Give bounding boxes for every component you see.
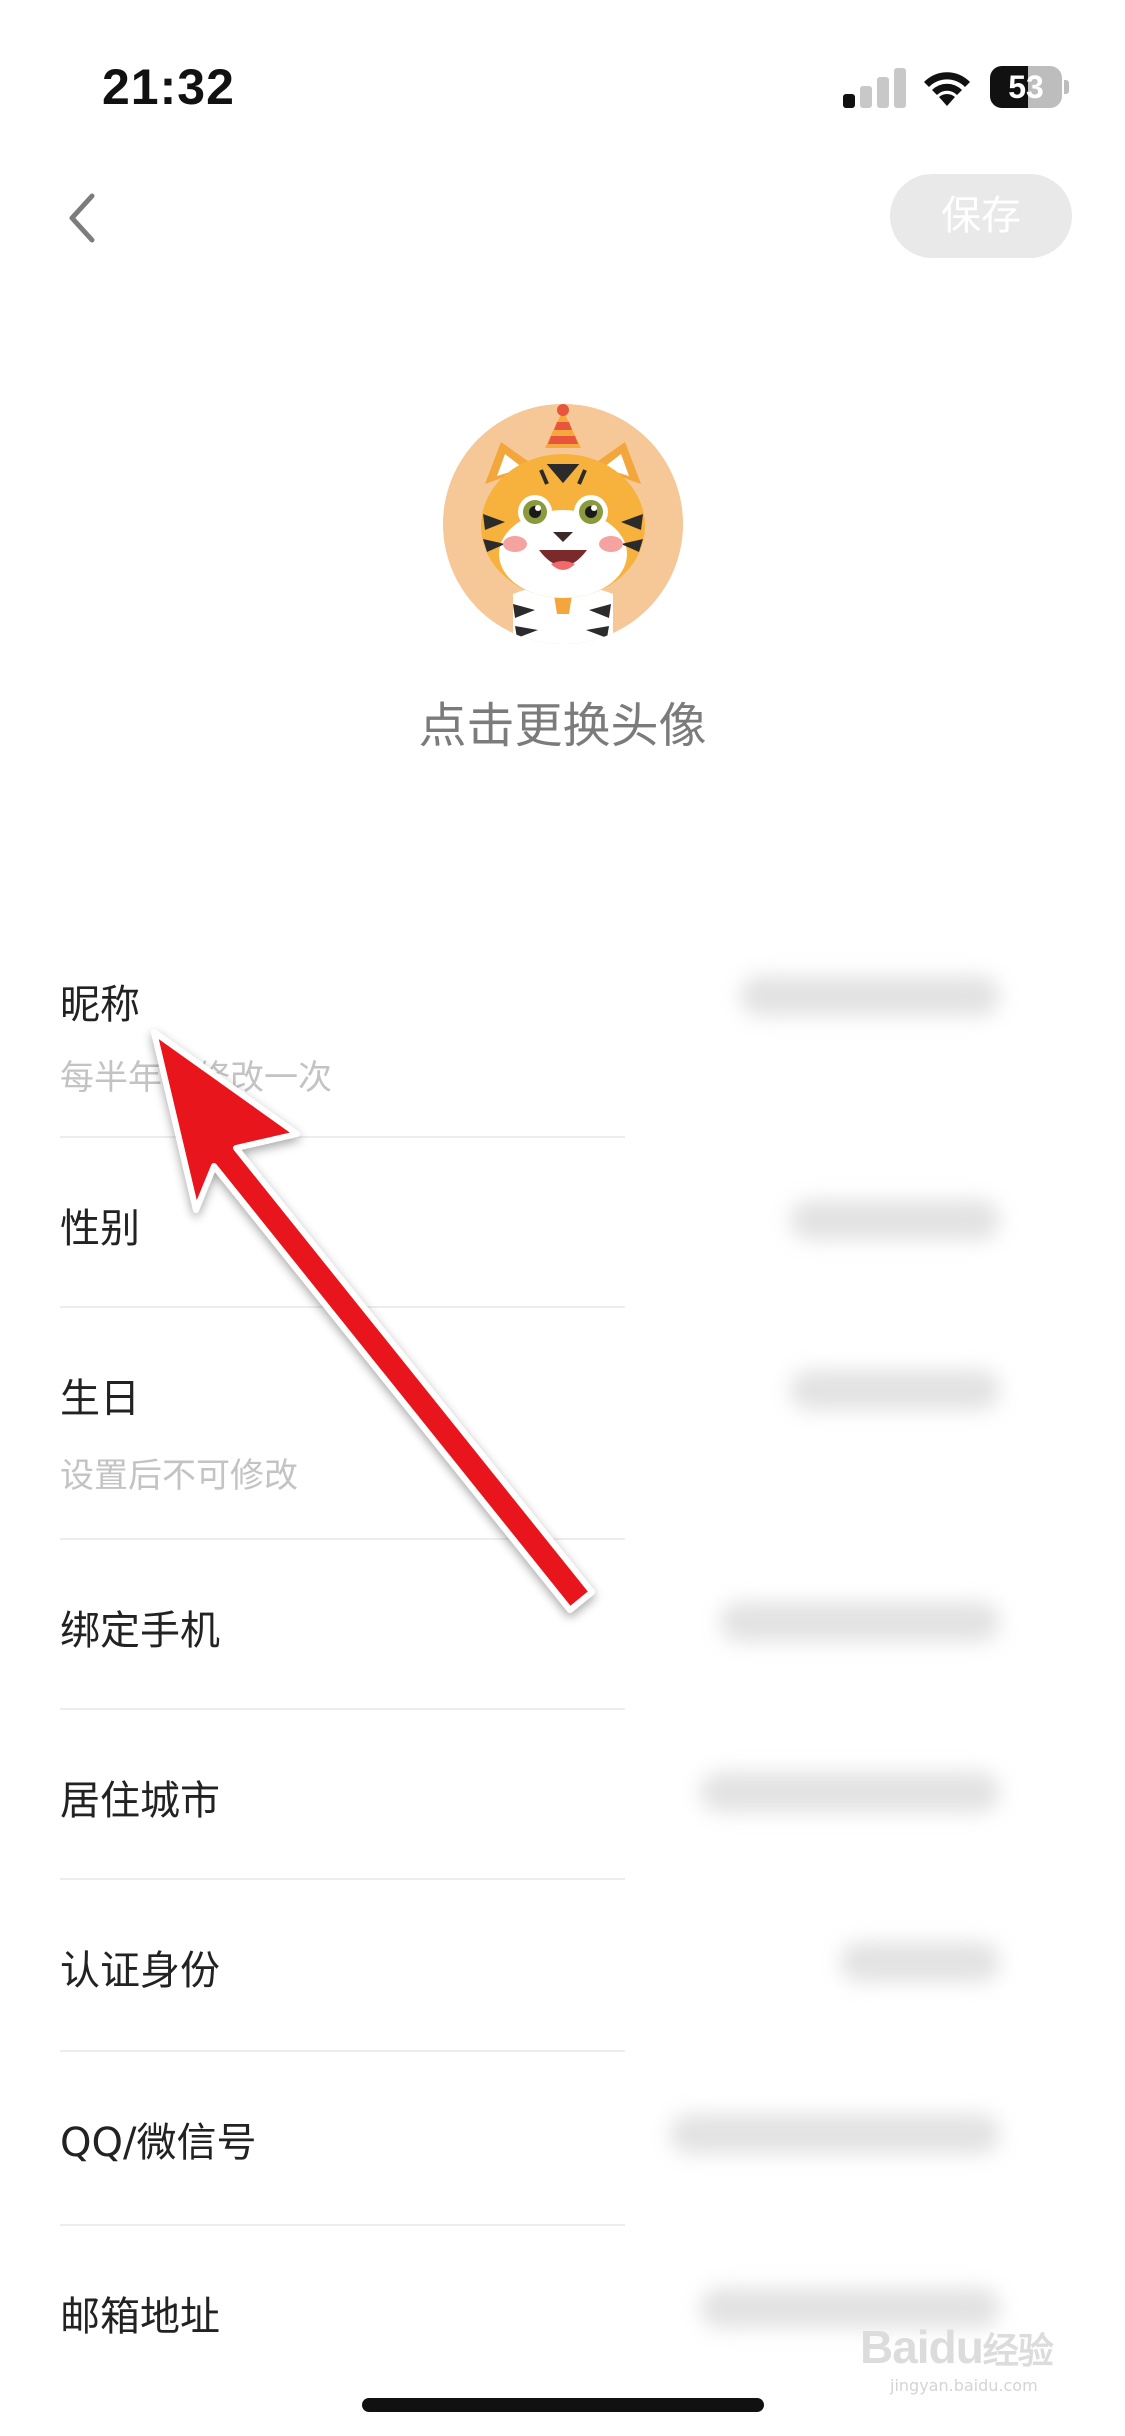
row-label: 性别 — [60, 1206, 140, 1252]
battery-percent: 53 — [1008, 69, 1044, 105]
blurred-value — [700, 1772, 1000, 1812]
blurred-value — [840, 1942, 1000, 1982]
row-label: 生日 — [60, 1376, 140, 1422]
row-gender[interactable]: 性别 — [0, 1138, 1125, 1306]
baidu-watermark: Baidu经验 jingyan.baidu.com — [860, 2320, 1100, 2400]
watermark-logo: Baidu经验 — [860, 2321, 1054, 2373]
row-label: QQ/微信号 — [60, 2120, 257, 2166]
row-label: 昵称 — [60, 982, 140, 1028]
blurred-value — [720, 1602, 1000, 1642]
row-identity[interactable]: 认证身份 — [0, 1880, 1125, 2050]
row-label: 邮箱地址 — [60, 2294, 220, 2340]
home-indicator[interactable] — [362, 2398, 764, 2412]
row-bind-phone[interactable]: 绑定手机 — [0, 1540, 1125, 1708]
row-label: 绑定手机 — [60, 1608, 220, 1654]
status-time: 21:32 — [102, 59, 235, 115]
blurred-value — [790, 1370, 1000, 1410]
change-avatar-hint[interactable]: 点击更换头像 — [0, 686, 1125, 756]
blurred-value — [670, 2114, 1000, 2154]
row-label: 认证身份 — [60, 1948, 220, 1994]
row-sub: 每半年可修改一次 — [60, 1058, 332, 1098]
row-nickname[interactable]: 昵称 每半年可修改一次 — [0, 900, 1125, 1137]
tiger-avatar-image — [443, 404, 683, 644]
cellular-signal-icon — [843, 68, 907, 108]
wifi-icon — [920, 66, 974, 108]
chevron-left-icon — [69, 193, 95, 243]
avatar[interactable] — [443, 404, 683, 644]
blurred-value — [790, 1200, 1000, 1240]
battery-icon: 53 — [990, 66, 1069, 108]
row-label: 居住城市 — [60, 1778, 220, 1824]
row-sub: 设置后不可修改 — [60, 1456, 298, 1496]
blurred-value — [740, 976, 1000, 1016]
row-city[interactable]: 居住城市 — [0, 1710, 1125, 1878]
row-qq-wechat[interactable]: QQ/微信号 — [0, 2052, 1125, 2224]
watermark-site: jingyan.baidu.com — [890, 2376, 1038, 2395]
back-button[interactable] — [50, 176, 120, 260]
row-birthday[interactable]: 生日 设置后不可修改 — [0, 1308, 1125, 1538]
save-button[interactable]: 保存 — [890, 174, 1072, 258]
status-bar: 21:32 53 — [0, 0, 1125, 150]
